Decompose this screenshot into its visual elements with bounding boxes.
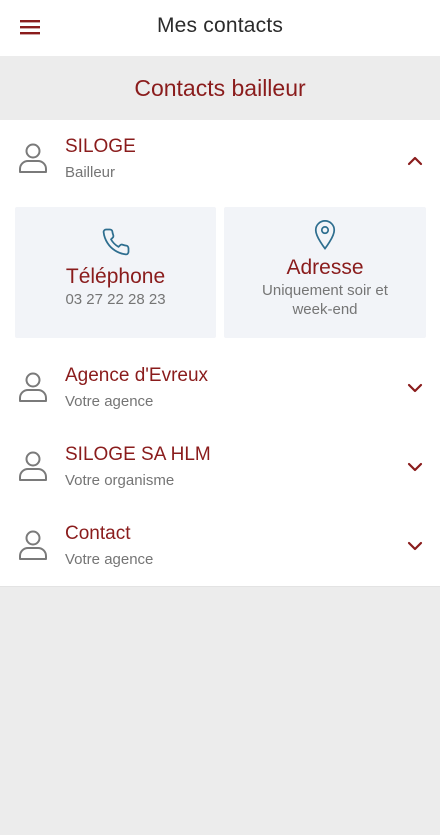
phone-title: Téléphone	[65, 265, 166, 288]
contact-name: SILOGE	[65, 136, 136, 157]
contact-name: Contact	[65, 523, 131, 544]
contact-header[interactable]: Agence d'Evreux Votre agence	[0, 349, 440, 428]
contact-subtitle: Votre agence	[65, 393, 154, 410]
contact-item-contact: Contact Votre agence	[0, 507, 440, 587]
address-card[interactable]: Adresse Uniquement soir et week-end	[224, 207, 426, 338]
contact-name: SILOGE SA HLM	[65, 444, 211, 465]
contact-header[interactable]: SILOGE SA HLM Votre organisme	[0, 428, 440, 507]
person-icon	[19, 530, 47, 560]
contact-subtitle: Bailleur	[65, 164, 116, 181]
contact-header[interactable]: Contact Votre agence	[0, 507, 440, 586]
map-pin-icon	[314, 219, 336, 250]
phone-card[interactable]: Téléphone 03 27 22 28 23	[15, 207, 216, 338]
phone-icon	[102, 228, 129, 256]
person-icon	[19, 143, 47, 173]
chevron-down-icon[interactable]	[406, 537, 424, 555]
address-text: Uniquement soir et week-end	[262, 282, 388, 318]
person-icon	[19, 451, 47, 481]
section-title: Contacts bailleur	[134, 74, 306, 101]
app-bar: Mes contacts	[0, 0, 440, 56]
contact-subtitle: Votre organisme	[65, 472, 175, 489]
section-header: Contacts bailleur	[0, 56, 440, 120]
contact-subtitle: Votre agence	[65, 551, 154, 568]
contact-item-siloge: SILOGE Bailleur Téléphone 03 27 22 28 23…	[0, 120, 440, 350]
contact-item-siloge-sa-hlm: SILOGE SA HLM Votre organisme	[0, 428, 440, 508]
address-title: Adresse	[286, 256, 364, 279]
contact-name: Agence d'Evreux	[65, 365, 209, 386]
contact-details: Téléphone 03 27 22 28 23 Adresse Uniquem…	[0, 199, 440, 349]
chevron-up-icon[interactable]	[406, 152, 424, 170]
person-icon	[19, 372, 47, 402]
contact-header[interactable]: SILOGE Bailleur	[0, 120, 440, 199]
chevron-down-icon[interactable]	[406, 458, 424, 476]
page-title: Mes contacts	[156, 14, 284, 37]
contact-item-agence-evreux: Agence d'Evreux Votre agence	[0, 349, 440, 429]
phone-number: 03 27 22 28 23	[65, 291, 166, 308]
chevron-down-icon[interactable]	[406, 379, 424, 397]
